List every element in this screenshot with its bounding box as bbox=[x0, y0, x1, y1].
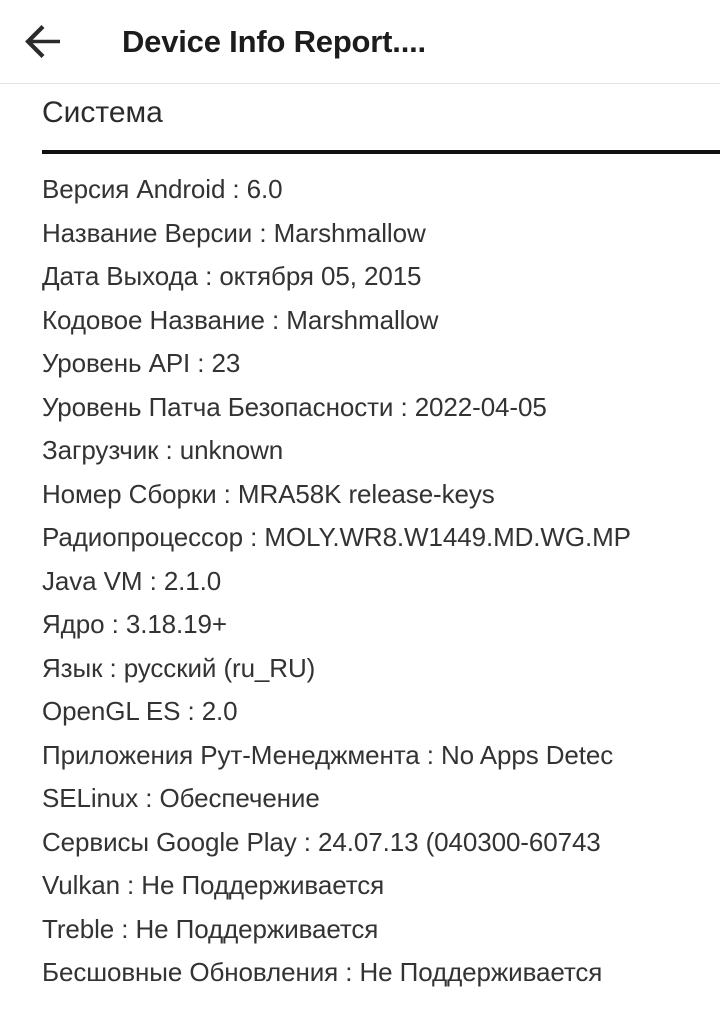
info-row: Версия Android : 6.0 bbox=[42, 174, 283, 204]
info-row: Vulkan : Не Поддерживается bbox=[42, 870, 385, 900]
section-heading-system: Система bbox=[42, 96, 163, 129]
info-row: Загрузчик : unknown bbox=[42, 435, 284, 465]
info-row: Язык : русский (ru_RU) bbox=[42, 652, 316, 683]
info-row: Номер Сборки : MRA58K release-keys bbox=[42, 478, 495, 509]
app-bar: Device Info Report.... bbox=[0, 0, 720, 84]
info-row: Радиопроцессор : MOLY.WR8.W1449.MD.WG.MP bbox=[42, 522, 631, 552]
info-row: OpenGL ES : 2.0 bbox=[42, 696, 238, 726]
section-divider bbox=[42, 150, 720, 154]
back-button[interactable] bbox=[12, 10, 76, 74]
info-row: Java VM : 2.1.0 bbox=[42, 565, 222, 596]
page-title: Device Info Report.... bbox=[122, 24, 426, 59]
arrow-left-icon bbox=[24, 24, 64, 59]
info-row: Уровень API : 23 bbox=[42, 348, 241, 378]
info-row: Ядро : 3.18.19+ bbox=[42, 609, 227, 639]
info-row: Дата Выхода : октября 05, 2015 bbox=[42, 261, 422, 291]
info-row: Бесшовные Обновления : Не Поддерживается bbox=[42, 957, 603, 987]
info-row: SELinux : Обеспечение bbox=[42, 783, 320, 813]
info-row: Treble : Не Поддерживается bbox=[42, 913, 379, 944]
info-row: Кодовое Название : Marshmallow bbox=[42, 304, 439, 335]
info-row: Сервисы Google Play : 24.07.13 (040300-6… bbox=[42, 826, 601, 857]
device-info-report-screen: Device Info Report.... Система Версия An… bbox=[0, 0, 720, 1014]
system-info-list: Версия Android : 6.0 Название Версии : Ma… bbox=[42, 168, 720, 995]
info-row: Приложения Рут-Менеджмента : No Apps Det… bbox=[42, 739, 614, 770]
info-row: Название Версии : Marshmallow bbox=[42, 217, 426, 248]
info-row: Уровень Патча Безопасности : 2022-04-05 bbox=[42, 391, 547, 422]
